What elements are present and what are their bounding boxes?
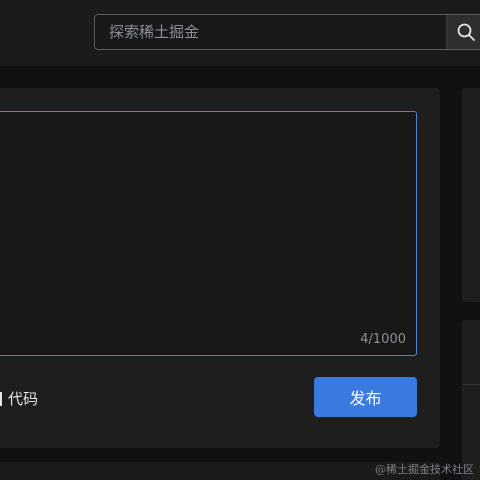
code-label: 代码: [8, 390, 39, 408]
search-box: [94, 14, 480, 50]
search-input[interactable]: [95, 15, 445, 49]
code-insert-button[interactable]: 代码: [0, 388, 38, 409]
sidebar-card: [462, 88, 480, 302]
char-counter: 4/1000: [360, 332, 406, 347]
sidebar-card: [462, 320, 480, 480]
next-panel: [0, 462, 440, 480]
publish-button[interactable]: 发布: [314, 377, 417, 417]
search-icon: [457, 23, 475, 41]
search-button[interactable]: [446, 15, 480, 49]
divider: [462, 384, 480, 385]
watermark: @稀土掘金技术社区: [375, 463, 474, 476]
code-icon: [0, 392, 2, 406]
comment-editor[interactable]: 4/1000: [0, 111, 417, 356]
